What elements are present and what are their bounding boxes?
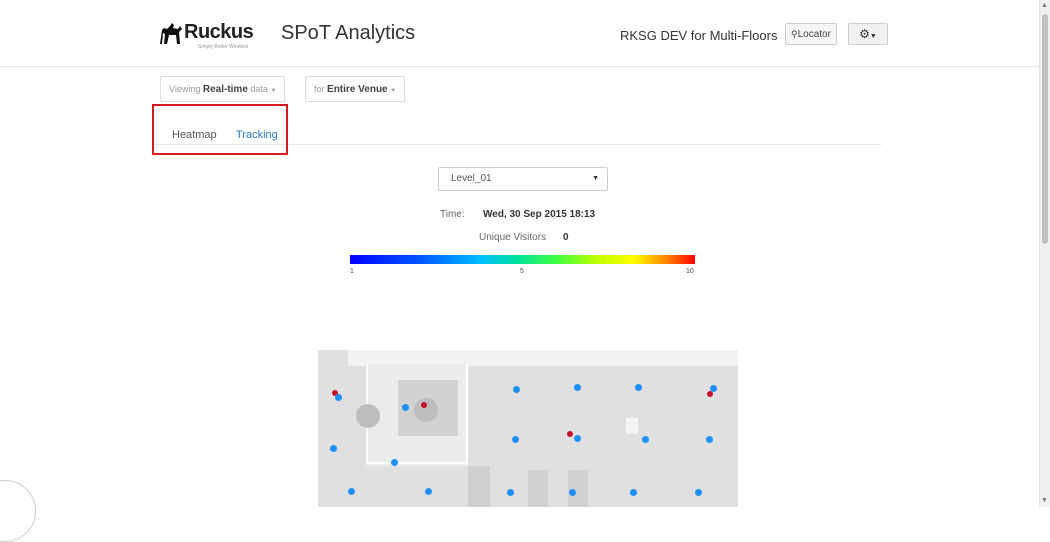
floor-plan-map[interactable]	[318, 350, 738, 507]
locator-button[interactable]: ⚲Locator	[785, 23, 837, 45]
access-point-marker[interactable]	[642, 436, 649, 443]
caret-down-icon: ▼	[869, 33, 877, 40]
viewing-dropdown[interactable]: Viewing Real-time data ▼	[160, 76, 286, 102]
viewing-value: Real-time	[202, 84, 248, 95]
visitors-label: Unique Visitors	[479, 232, 547, 243]
scope-value: Entire Venue	[327, 84, 388, 95]
access-point-marker[interactable]	[574, 384, 581, 391]
page-scrollbar[interactable]: ▲ ▼	[1039, 0, 1050, 507]
room	[528, 470, 548, 507]
visitors-value: 0	[563, 232, 569, 243]
map-marker-icon: ⚲	[791, 29, 798, 39]
heatmap-color-scale	[350, 255, 695, 264]
level-value: Level_01	[451, 173, 492, 184]
access-point-marker[interactable]	[335, 394, 342, 401]
caret-down-icon: ▼	[390, 88, 397, 94]
access-point-marker[interactable]	[330, 445, 337, 452]
viewing-prefix: Viewing	[169, 84, 201, 94]
wall	[366, 462, 468, 464]
access-point-marker[interactable]	[348, 488, 355, 495]
visitor-dot[interactable]	[707, 391, 713, 397]
scroll-thumb[interactable]	[1042, 14, 1048, 244]
locator-label: Locator	[797, 29, 831, 40]
scale-max-label: 10	[686, 268, 694, 275]
scroll-down-icon[interactable]: ▼	[1041, 497, 1048, 504]
wall	[466, 364, 468, 464]
time-label: Time:	[440, 209, 465, 220]
scroll-up-icon[interactable]: ▲	[1041, 2, 1048, 9]
caret-down-icon: ▼	[270, 88, 277, 94]
time-value: Wed, 30 Sep 2015 18:13	[483, 209, 596, 220]
room	[626, 418, 638, 434]
access-point-marker[interactable]	[391, 459, 398, 466]
logo-wordmark: Ruckus	[184, 21, 254, 43]
access-point-marker[interactable]	[695, 489, 702, 496]
scale-mid-label: 5	[520, 268, 524, 275]
access-point-marker[interactable]	[507, 489, 514, 496]
venue-name: RKSG DEV for Multi-Floors	[620, 28, 778, 43]
access-point-marker[interactable]	[630, 489, 637, 496]
access-point-marker[interactable]	[569, 489, 576, 496]
viewing-suffix: data	[250, 84, 268, 94]
scale-min-label: 1	[350, 268, 354, 275]
scope-dropdown[interactable]: for Entire Venue ▼	[305, 76, 406, 102]
access-point-marker[interactable]	[706, 436, 713, 443]
visitor-dot[interactable]	[567, 431, 573, 437]
room	[468, 466, 490, 507]
level-select[interactable]: Level_01 ▼	[438, 167, 608, 191]
access-point-marker[interactable]	[402, 404, 409, 411]
logo-tagline: Simply Better Wireless	[198, 44, 249, 50]
access-point-marker[interactable]	[425, 488, 432, 495]
access-point-marker[interactable]	[635, 384, 642, 391]
app-title: SPoT Analytics	[281, 22, 416, 44]
scope-prefix: for	[314, 84, 325, 94]
app-header: Ruckus Simply Better Wireless SPoT Analy…	[0, 0, 1040, 67]
round-table	[356, 404, 380, 428]
round-table	[414, 398, 438, 422]
settings-dropdown-button[interactable]: ⚙▼	[848, 23, 888, 45]
access-point-marker[interactable]	[513, 386, 520, 393]
visitor-dot[interactable]	[421, 402, 427, 408]
tabs-highlight-box	[152, 104, 288, 155]
gear-icon: ⚙	[859, 27, 870, 41]
corner-widget	[0, 480, 36, 542]
ruckus-logo[interactable]: Ruckus Simply Better Wireless	[158, 20, 276, 50]
access-point-marker[interactable]	[512, 436, 519, 443]
caret-down-icon: ▼	[592, 175, 599, 182]
ruckus-dog-icon	[160, 23, 182, 44]
access-point-marker[interactable]	[574, 435, 581, 442]
